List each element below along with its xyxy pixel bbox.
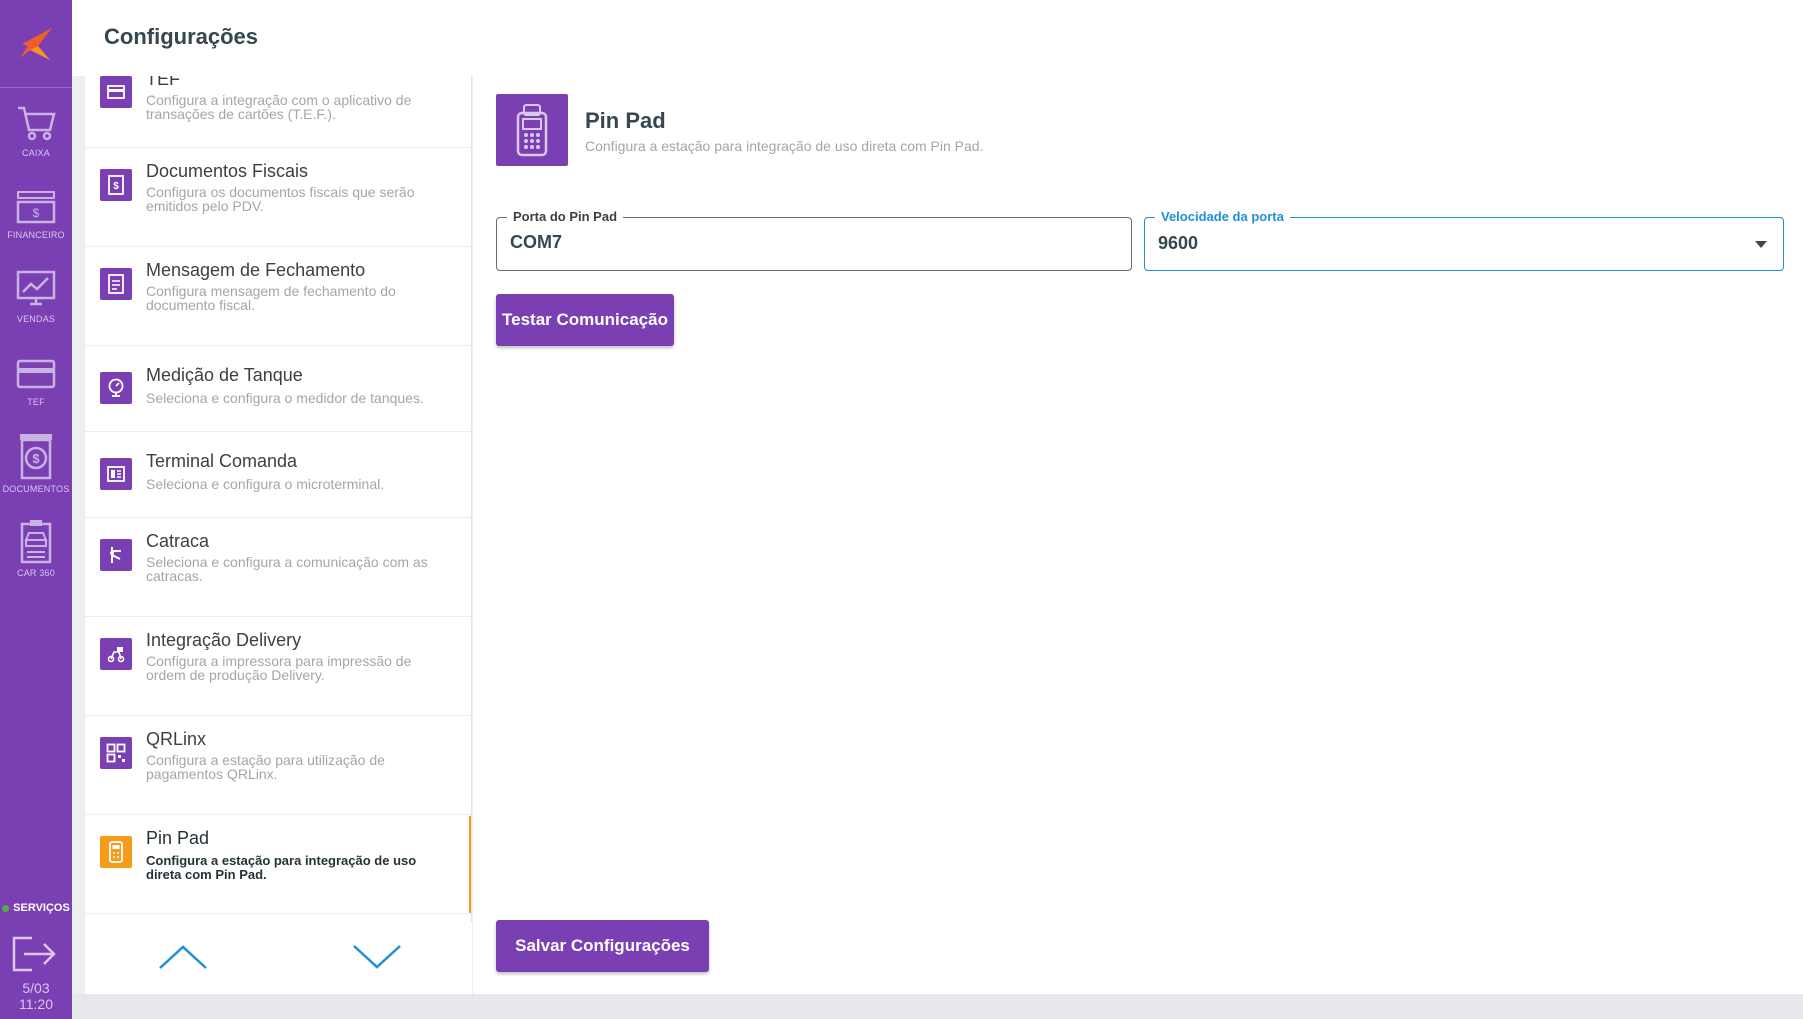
test-communication-button[interactable]: Testar Comunicação: [496, 294, 674, 346]
sidebar-item-financeiro[interactable]: $ FINANCEIRO: [0, 188, 72, 240]
save-settings-button[interactable]: Salvar Configurações: [496, 920, 709, 972]
list-item-desc: Seleciona e configura a comunicação com …: [146, 554, 428, 584]
delivery-icon: [100, 638, 132, 670]
sidebar-item-label: CAIXA: [21, 148, 50, 158]
field-label: Velocidade da porta: [1155, 209, 1290, 224]
list-item-title: Integração Delivery: [146, 630, 302, 650]
sidebar-item-label: CAR 360: [17, 568, 55, 578]
page-header: Configurações: [72, 0, 1803, 76]
list-item-title: Terminal Comanda: [146, 451, 298, 471]
list-item-title: Catraca: [146, 531, 210, 551]
monitor-chart-icon: [16, 270, 56, 306]
cart-icon: [18, 106, 56, 141]
list-item-medicao-tanque[interactable]: Medição de Tanque Seleciona e configura …: [85, 347, 471, 432]
field-label: Porta do Pin Pad: [507, 209, 624, 224]
scroll-down-button[interactable]: [347, 932, 407, 982]
clock-time: 11:20: [19, 996, 53, 1012]
app-logo[interactable]: [0, 0, 72, 88]
list-item-desc: Configura mensagem de fechamento do docu…: [146, 283, 396, 313]
sidebar-item-vendas[interactable]: VENDAS: [0, 268, 72, 324]
sidebar-item-label: DOCUMENTOS: [2, 484, 70, 494]
scroll-up-button[interactable]: [153, 932, 213, 982]
cash-icon: $: [16, 191, 56, 224]
port-speed-select[interactable]: Velocidade da porta 9600: [1144, 209, 1784, 271]
list-item-qrlinx[interactable]: QRLinx Configura a estação para utilizaç…: [85, 717, 471, 815]
svg-text:$: $: [33, 206, 40, 220]
list-item-title: TEF: [146, 76, 180, 89]
list-item-desc: Configura a integração com o aplicativo …: [146, 92, 412, 122]
list-item-title: Documentos Fiscais: [146, 161, 309, 181]
list-item-desc: Configura a impressora para impressão de…: [146, 653, 412, 683]
detail-panel: Pin Pad Configura a estação para integra…: [473, 76, 1803, 994]
list-item-desc: Seleciona e configura o microterminal.: [146, 476, 385, 492]
sidebar-item-label: VENDAS: [16, 314, 56, 324]
logo-icon: [20, 27, 52, 60]
pin-pad-icon: [100, 836, 132, 868]
svg-text:$: $: [113, 181, 119, 192]
list-item-desc: Seleciona e configura o medidor de tanqu…: [146, 390, 424, 406]
list-item-mensagem-fechamento[interactable]: Mensagem de Fechamento Configura mensage…: [85, 248, 471, 346]
list-item-title: Medição de Tanque: [146, 365, 303, 385]
dropdown-arrow-icon: [1755, 241, 1767, 248]
list-item-integracao-delivery[interactable]: Integração Delivery Configura a impresso…: [85, 618, 471, 716]
chevron-up-icon: [159, 945, 207, 969]
pin-pad-port-input[interactable]: [510, 232, 1018, 253]
bottom-strip: [72, 994, 1803, 1019]
message-document-icon: [100, 268, 132, 300]
terminal-icon: [100, 458, 132, 490]
sidebar-item-label: FINANCEIRO: [7, 230, 65, 240]
list-item-documentos-fiscais[interactable]: $ Documentos Fiscais Configura os docume…: [85, 149, 471, 247]
active-indicator: [469, 816, 471, 913]
sidebar-item-label: TEF: [27, 397, 45, 407]
settings-list: TEF Configura a integração com o aplicat…: [85, 76, 472, 994]
gauge-icon: [100, 372, 132, 404]
sidebar-item-car360[interactable]: CAR 360: [0, 518, 72, 578]
list-item-title: QRLinx: [146, 729, 207, 749]
clock-date: 5/03: [22, 980, 50, 996]
page-title: Configurações: [104, 24, 259, 49]
port-speed-value: 9600: [1158, 233, 1199, 253]
services-label: SERVIÇOS: [13, 902, 70, 914]
list-item-title: Mensagem de Fechamento: [146, 260, 366, 280]
list-item-desc: Configura a estação para integração de u…: [146, 853, 417, 882]
clock: 5/03 11:20: [0, 980, 72, 1012]
card-icon: [16, 359, 56, 389]
list-item-pin-pad[interactable]: Pin Pad Configura a estação para integra…: [85, 816, 471, 914]
sidebar-item-tef[interactable]: TEF: [0, 355, 72, 407]
qr-code-icon: [100, 737, 132, 769]
fiscal-document-icon: $: [100, 169, 132, 201]
pin-pad-icon: [496, 94, 568, 166]
turnstile-icon: [100, 539, 132, 571]
detail-title: Pin Pad: [585, 108, 666, 133]
detail-subtitle: Configura a estação para integração de u…: [585, 138, 984, 154]
car-clipboard-icon: [20, 520, 52, 564]
main-sidebar: CAIXA $ FINANCEIRO VENDAS TEF $ DOCUMENT…: [0, 0, 72, 1019]
list-scroll-controls: [85, 922, 472, 994]
list-item-tef[interactable]: TEF Configura a integração com o aplicat…: [85, 76, 471, 148]
sidebar-item-documentos[interactable]: $ DOCUMENTOS: [0, 432, 72, 494]
logout-icon: [12, 936, 56, 972]
list-item-desc: Configura os documentos fiscais que serã…: [146, 184, 415, 214]
document-dollar-icon: $: [20, 434, 52, 480]
card-icon: [100, 76, 132, 108]
pin-pad-port-field[interactable]: Porta do Pin Pad: [496, 209, 1132, 271]
services-status[interactable]: SERVIÇOS: [0, 902, 72, 914]
list-item-desc: Configura a estação para utilização de p…: [146, 752, 385, 782]
status-dot-icon: [2, 904, 10, 912]
svg-text:$: $: [32, 451, 40, 466]
list-item-title: Pin Pad: [146, 828, 210, 848]
list-item-catraca[interactable]: Catraca Seleciona e configura a comunica…: [85, 519, 471, 617]
sidebar-item-caixa[interactable]: CAIXA: [0, 100, 72, 158]
list-item-terminal-comanda[interactable]: Terminal Comanda Seleciona e configura o…: [85, 433, 471, 518]
logout-button[interactable]: [10, 934, 60, 974]
chevron-down-icon: [353, 945, 401, 969]
